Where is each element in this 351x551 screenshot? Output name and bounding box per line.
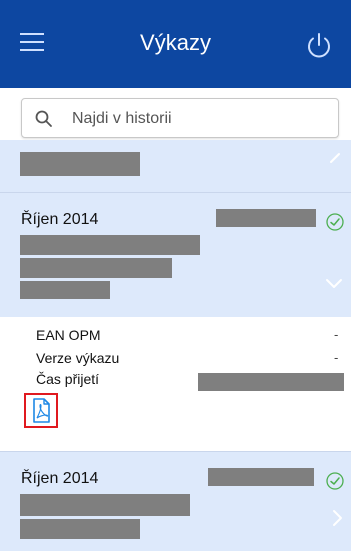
version-label: Verze výkazu	[36, 350, 120, 366]
report-details: EAN OPM - Verze výkazu - Čas přijetí	[0, 317, 351, 451]
redacted-text	[20, 494, 190, 516]
redacted-text	[20, 258, 172, 278]
redacted-text	[20, 281, 110, 299]
search-icon	[35, 110, 52, 127]
check-circle-icon	[326, 472, 344, 490]
ean-label: EAN OPM	[36, 327, 101, 343]
app-bar: Výkazy	[0, 0, 351, 88]
report-row-partial[interactable]	[0, 140, 351, 192]
report-month: Říjen 2014	[21, 211, 99, 228]
version-value: -	[334, 350, 339, 365]
page-title: Výkazy	[140, 30, 211, 55]
power-button[interactable]	[304, 30, 334, 60]
redacted-text	[216, 209, 316, 227]
report-row[interactable]: Říjen 2014	[0, 452, 351, 551]
received-time-label: Čas přijetí	[36, 371, 100, 387]
search-bar	[0, 88, 351, 140]
report-month: Říjen 2014	[21, 470, 99, 487]
search-input[interactable]	[72, 107, 327, 131]
pdf-download-button[interactable]	[24, 393, 58, 428]
ean-value: -	[334, 327, 339, 342]
chevron-right-icon	[330, 153, 340, 163]
redacted-text	[20, 519, 140, 539]
power-icon	[308, 33, 330, 58]
redacted-text	[20, 235, 200, 255]
redacted-text	[198, 373, 344, 391]
pdf-icon	[33, 398, 50, 423]
check-circle-icon	[326, 213, 344, 231]
redacted-text	[20, 152, 140, 176]
chevron-right-icon[interactable]	[328, 508, 348, 528]
report-row[interactable]: Říjen 2014	[0, 193, 351, 317]
search-box[interactable]	[21, 98, 339, 138]
chevron-down-icon[interactable]	[324, 273, 344, 293]
redacted-text	[208, 468, 314, 486]
